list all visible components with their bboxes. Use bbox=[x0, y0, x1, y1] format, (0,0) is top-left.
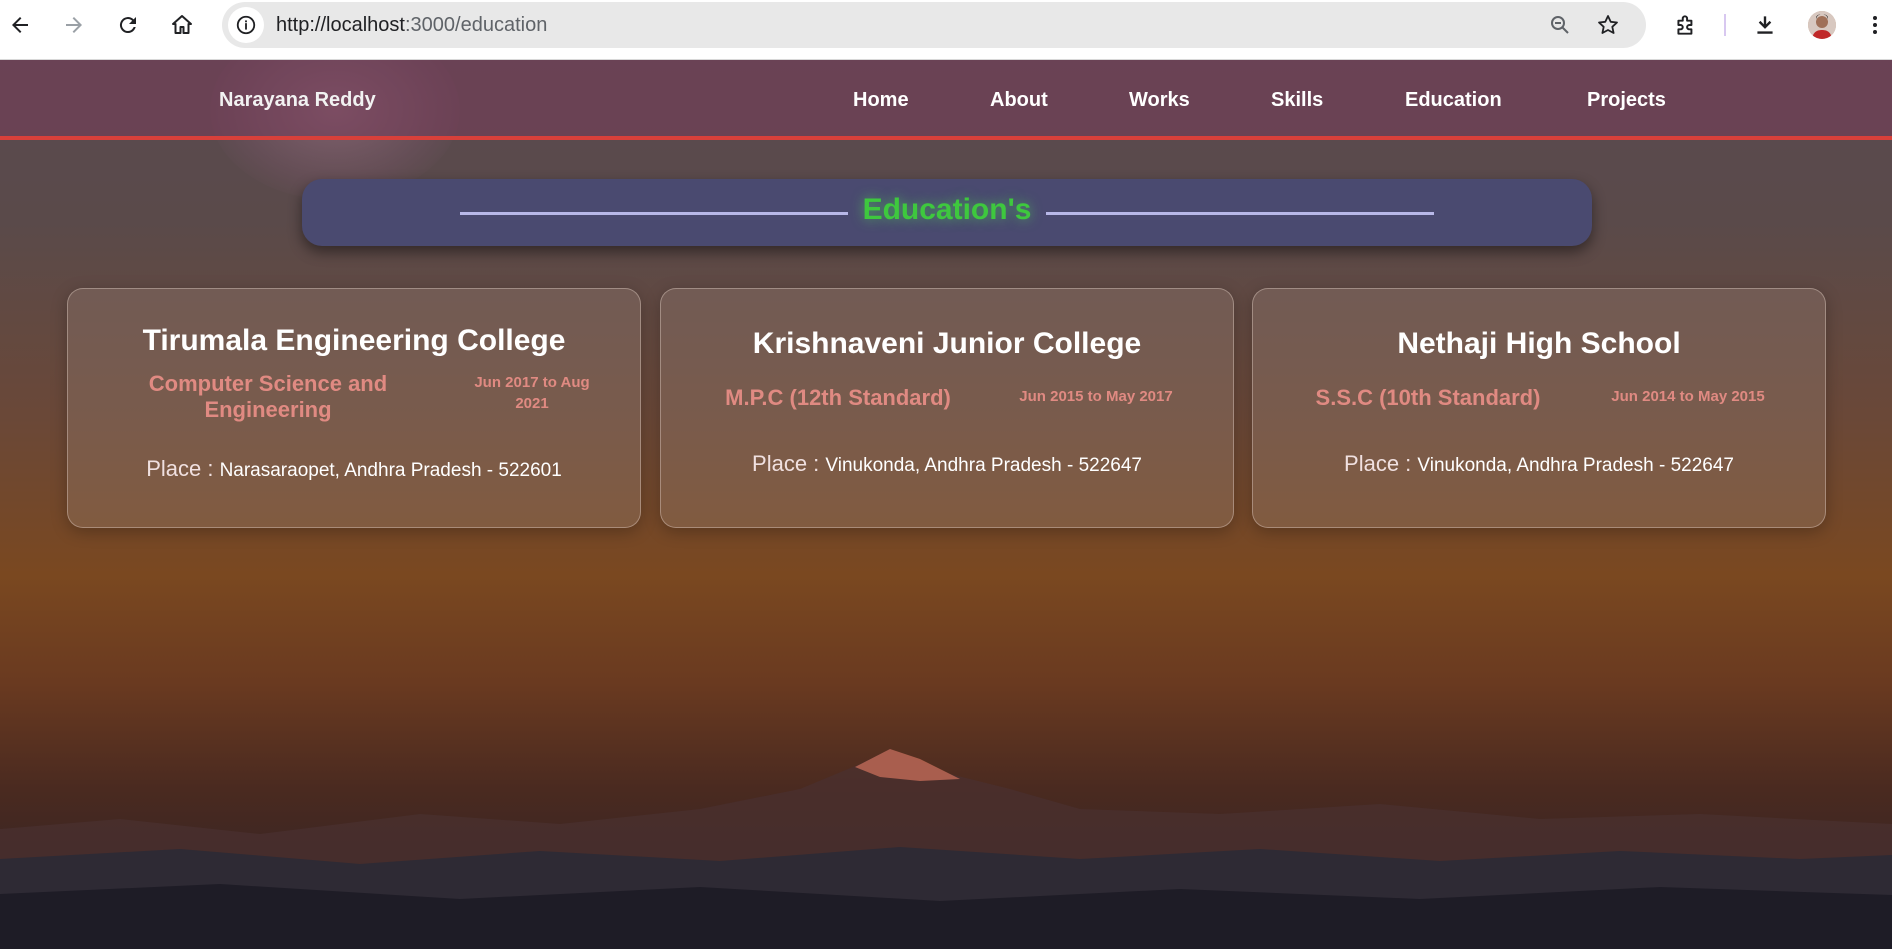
place-value: Narasaraopet, Andhra Pradesh - 522601 bbox=[219, 460, 562, 481]
degree-name: Computer Science and Engineering bbox=[148, 371, 388, 422]
date-range: Jun 2017 to Aug 2021 bbox=[474, 374, 590, 412]
reload-button[interactable] bbox=[110, 7, 146, 43]
browser-toolbar: http://localhost:3000/education bbox=[0, 0, 1892, 60]
back-arrow-icon bbox=[12, 17, 28, 33]
nav-home[interactable]: Home bbox=[853, 89, 909, 112]
home-icon bbox=[172, 15, 192, 34]
nav-about[interactable]: About bbox=[990, 89, 1048, 112]
institution-name: Krishnaveni Junior College bbox=[752, 327, 1142, 360]
place-line: Place : Narasaraopet, Andhra Pradesh - 5… bbox=[68, 456, 640, 482]
nav-works[interactable]: Works bbox=[1129, 89, 1190, 112]
place-label: Place : bbox=[752, 451, 826, 476]
address-bar[interactable]: http://localhost:3000/education bbox=[222, 2, 1646, 48]
url-host: http://localhost bbox=[276, 14, 405, 36]
place-line: Place : Vinukonda, Andhra Pradesh - 5226… bbox=[661, 451, 1233, 477]
place-value: Vinukonda, Andhra Pradesh - 522647 bbox=[1417, 455, 1734, 476]
extensions-icon[interactable] bbox=[1673, 12, 1699, 38]
download-icon[interactable] bbox=[1752, 12, 1778, 38]
place-value: Vinukonda, Andhra Pradesh - 522647 bbox=[825, 455, 1142, 476]
page-viewport: Narayana Reddy Home About Works Skills E… bbox=[0, 60, 1892, 949]
zoom-icon[interactable] bbox=[1548, 13, 1572, 37]
place-line: Place : Vinukonda, Andhra Pradesh - 5226… bbox=[1253, 451, 1825, 477]
date-range: Jun 2014 to May 2015 bbox=[1611, 388, 1765, 405]
star-icon[interactable] bbox=[1596, 13, 1620, 37]
profile-avatar[interactable] bbox=[1808, 11, 1836, 39]
section-title-bar: Education's bbox=[302, 179, 1592, 246]
section-title: Education's bbox=[862, 193, 1032, 226]
site-info-icon[interactable] bbox=[228, 7, 264, 43]
place-label: Place : bbox=[146, 456, 220, 481]
education-card: Krishnaveni Junior College M.P.C (12th S… bbox=[660, 288, 1234, 528]
nav-education[interactable]: Education bbox=[1405, 89, 1502, 112]
degree-name: M.P.C (12th Standard) bbox=[725, 385, 951, 410]
reload-icon bbox=[119, 17, 136, 34]
url-text[interactable]: http://localhost:3000/education bbox=[276, 14, 547, 37]
forward-arrow-icon bbox=[66, 17, 82, 33]
home-button[interactable] bbox=[164, 7, 200, 43]
menu-dots-icon[interactable] bbox=[1862, 12, 1888, 38]
institution-name: Tirumala Engineering College bbox=[142, 324, 566, 357]
degree-name: S.S.C (10th Standard) bbox=[1315, 385, 1541, 410]
date-range: Jun 2015 to May 2017 bbox=[1019, 388, 1173, 405]
nav-projects[interactable]: Projects bbox=[1587, 89, 1666, 112]
toolbar-divider bbox=[1724, 14, 1726, 36]
institution-name: Nethaji High School bbox=[1397, 327, 1681, 360]
url-path: :3000/education bbox=[404, 14, 548, 36]
background-mountains bbox=[0, 749, 1892, 949]
forward-button[interactable] bbox=[56, 7, 92, 43]
back-button[interactable] bbox=[2, 7, 38, 43]
nav-skills[interactable]: Skills bbox=[1271, 89, 1323, 112]
education-card: Nethaji High School S.S.C (10th Standard… bbox=[1252, 288, 1826, 528]
education-card: Tirumala Engineering College Computer Sc… bbox=[67, 288, 641, 528]
site-header: Narayana Reddy Home About Works Skills E… bbox=[0, 60, 1892, 140]
place-label: Place : bbox=[1344, 451, 1418, 476]
site-brand[interactable]: Narayana Reddy bbox=[219, 89, 376, 112]
